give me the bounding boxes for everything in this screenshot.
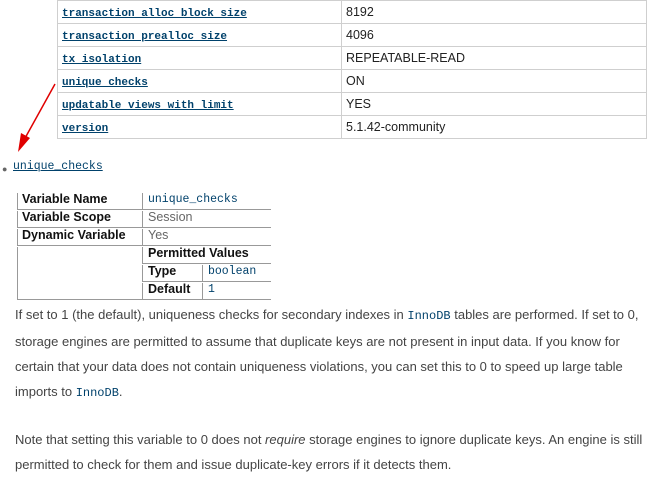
permitted-values-label: Permitted Values xyxy=(148,246,249,260)
variable-value-cell: YES xyxy=(341,92,647,116)
variable-value-cell: 4096 xyxy=(341,23,647,47)
table-row: transaction alloc block size 8192 xyxy=(57,0,647,24)
type-label: Type xyxy=(148,264,177,278)
table-row: updatable views with limit YES xyxy=(57,92,647,116)
paragraph-note: Note that setting this variable to 0 doe… xyxy=(15,432,643,472)
variable-name-cell: unique checks xyxy=(57,69,342,93)
variables-table: transaction alloc block size 8192 transact… xyxy=(57,0,647,139)
default-label: Default xyxy=(148,282,191,296)
variable-link[interactable]: unique checks xyxy=(62,77,148,89)
table-row: transaction prealloc size 4096 xyxy=(57,23,647,47)
dynamic-variable-value: Yes xyxy=(148,228,169,242)
default-value: 1 xyxy=(208,283,215,296)
variable-name-value: unique_checks xyxy=(148,193,238,206)
variable-name-cell: transaction prealloc size xyxy=(57,23,342,47)
unique-checks-heading-link[interactable]: unique_checks xyxy=(13,160,103,173)
table-row: tx isolation REPEATABLE-READ xyxy=(57,46,647,70)
table-row: version 5.1.42-community xyxy=(57,115,647,139)
variable-name-label: Variable Name xyxy=(22,192,108,206)
variable-link[interactable]: tx isolation xyxy=(62,54,141,66)
type-value: boolean xyxy=(208,265,257,278)
variable-link[interactable]: transaction alloc block size xyxy=(62,8,247,20)
variable-value-cell: 8192 xyxy=(341,0,647,24)
bullet-icon: ● xyxy=(2,164,8,174)
variable-name-cell: version xyxy=(57,115,342,139)
variable-link[interactable]: transaction prealloc size xyxy=(62,31,227,43)
variable-value-cell: ON xyxy=(341,69,647,93)
paragraph-description: If set to 1 (the default), uniqueness ch… xyxy=(15,307,639,400)
variable-link[interactable]: updatable views with limit xyxy=(62,100,234,112)
variable-scope-label: Variable Scope xyxy=(22,210,111,224)
dynamic-variable-label: Dynamic Variable xyxy=(22,228,126,242)
variable-name-cell: tx isolation xyxy=(57,46,342,70)
variable-scope-value: Session xyxy=(148,210,193,224)
table-row: unique checks ON xyxy=(57,69,647,93)
innodb-code-1: InnoDB xyxy=(407,309,451,323)
variable-value-cell: REPEATABLE-READ xyxy=(341,46,647,70)
variable-name-cell: updatable views with limit xyxy=(57,92,342,116)
red-arrow-annotation xyxy=(18,83,56,152)
variable-value-cell: 5.1.42-community xyxy=(341,115,647,139)
innodb-code-2: InnoDB xyxy=(75,386,119,400)
variable-name-cell: transaction alloc block size xyxy=(57,0,342,24)
